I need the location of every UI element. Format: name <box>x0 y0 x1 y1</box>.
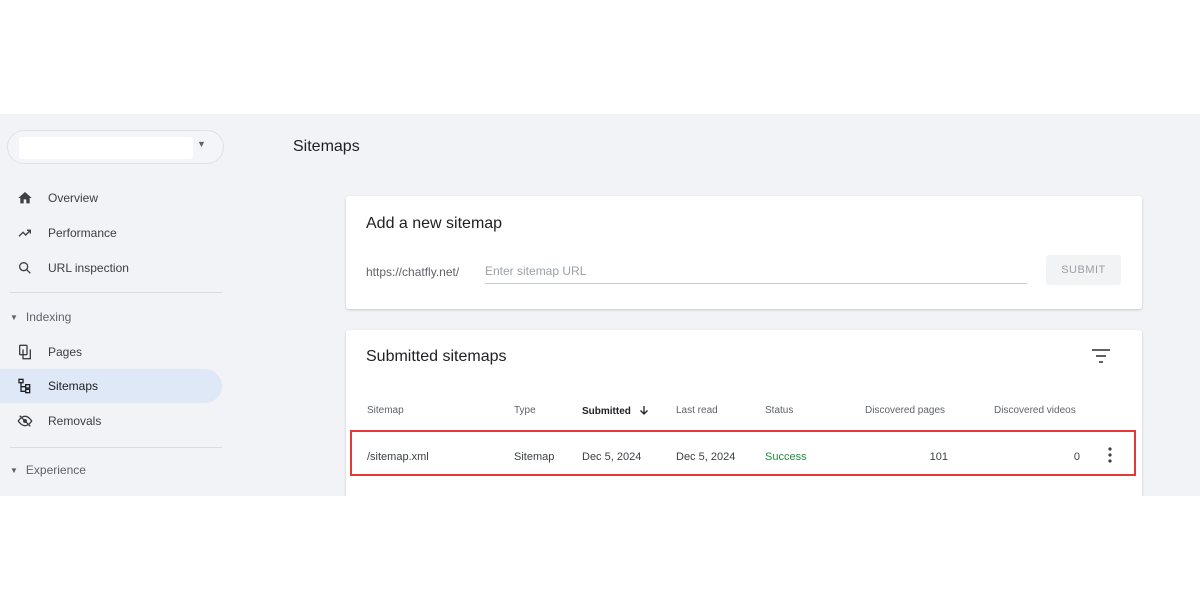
sidebar-item-label: Pages <box>48 345 83 359</box>
sidebar-item-label: Sitemaps <box>48 379 99 393</box>
sitemap-icon <box>18 378 31 394</box>
submitted-sitemaps-card: Submitted sitemaps Sitemap Type Submitte… <box>346 330 1142 496</box>
cell-type: Sitemap <box>514 451 555 463</box>
section-label: Indexing <box>25 310 72 324</box>
sidebar-section-experience[interactable]: ▼ Experience <box>10 463 86 477</box>
column-header-label: Submitted <box>582 406 631 417</box>
trending-up-icon <box>18 229 31 237</box>
column-header-status[interactable]: Status <box>765 405 793 416</box>
removals-icon <box>17 415 33 427</box>
cell-discovered-videos: 0 <box>1073 451 1080 463</box>
cell-discovered-pages: 101 <box>929 451 948 463</box>
sitemap-url-input[interactable] <box>485 259 1027 284</box>
cell-last-read: Dec 5, 2024 <box>676 451 736 463</box>
column-header-discovered-videos[interactable]: Discovered videos <box>994 405 1076 416</box>
cell-status: Success <box>765 451 807 463</box>
add-sitemap-card: Add a new sitemap https://chatfly.net/ S… <box>346 196 1142 309</box>
cell-submitted: Dec 5, 2024 <box>582 451 642 463</box>
sidebar-item-label: URL inspection <box>48 261 129 275</box>
table-row[interactable] <box>350 430 1136 476</box>
sidebar-item-label: Overview <box>48 191 99 205</box>
home-icon <box>18 192 32 204</box>
sidebar-item-overview[interactable]: Overview <box>0 181 222 215</box>
section-label: Experience <box>25 463 86 477</box>
page-title: Sitemaps <box>293 138 360 155</box>
sidebar-item-performance[interactable]: Performance <box>0 216 222 250</box>
card-title: Add a new sitemap <box>366 215 503 232</box>
expand-caret-icon: ▼ <box>10 312 18 322</box>
sidebar-item-pages[interactable]: Pages <box>0 335 222 369</box>
card-title: Submitted sitemaps <box>366 348 507 365</box>
sidebar-divider <box>10 292 222 293</box>
dropdown-caret-icon: ▼ <box>197 139 206 149</box>
cell-sitemap: /sitemap.xml <box>367 451 429 463</box>
column-header-sitemap[interactable]: Sitemap <box>367 405 404 416</box>
sidebar-section-indexing[interactable]: ▼ Indexing <box>10 310 71 324</box>
sidebar-item-removals[interactable]: Removals <box>0 404 222 438</box>
column-header-last-read[interactable]: Last read <box>676 405 718 416</box>
column-header-type[interactable]: Type <box>514 405 536 416</box>
submit-button[interactable]: SUBMIT <box>1046 255 1121 285</box>
sidebar-item-url-inspection[interactable]: URL inspection <box>0 251 222 285</box>
sort-arrow-down-icon <box>639 406 648 415</box>
url-prefix: https://chatfly.net/ <box>366 265 460 279</box>
sidebar-item-label: Removals <box>48 414 102 428</box>
column-header-discovered-pages[interactable]: Discovered pages <box>865 405 945 416</box>
sidebar-item-sitemaps[interactable]: Sitemaps <box>0 369 222 403</box>
sidebar-item-label: Performance <box>48 226 117 240</box>
expand-caret-icon: ▼ <box>10 465 18 475</box>
column-header-submitted[interactable]: Submitted <box>582 405 649 417</box>
pages-icon <box>19 344 31 360</box>
sidebar-divider <box>10 447 222 448</box>
search-console-screen: ▼ Overview Performance URL inspection ▼ … <box>0 114 1200 496</box>
property-name-redacted <box>19 137 193 159</box>
property-selector[interactable]: ▼ <box>7 130 224 164</box>
more-vert-icon[interactable] <box>1106 446 1114 464</box>
search-icon <box>18 262 31 274</box>
filter-icon[interactable] <box>1091 348 1111 364</box>
